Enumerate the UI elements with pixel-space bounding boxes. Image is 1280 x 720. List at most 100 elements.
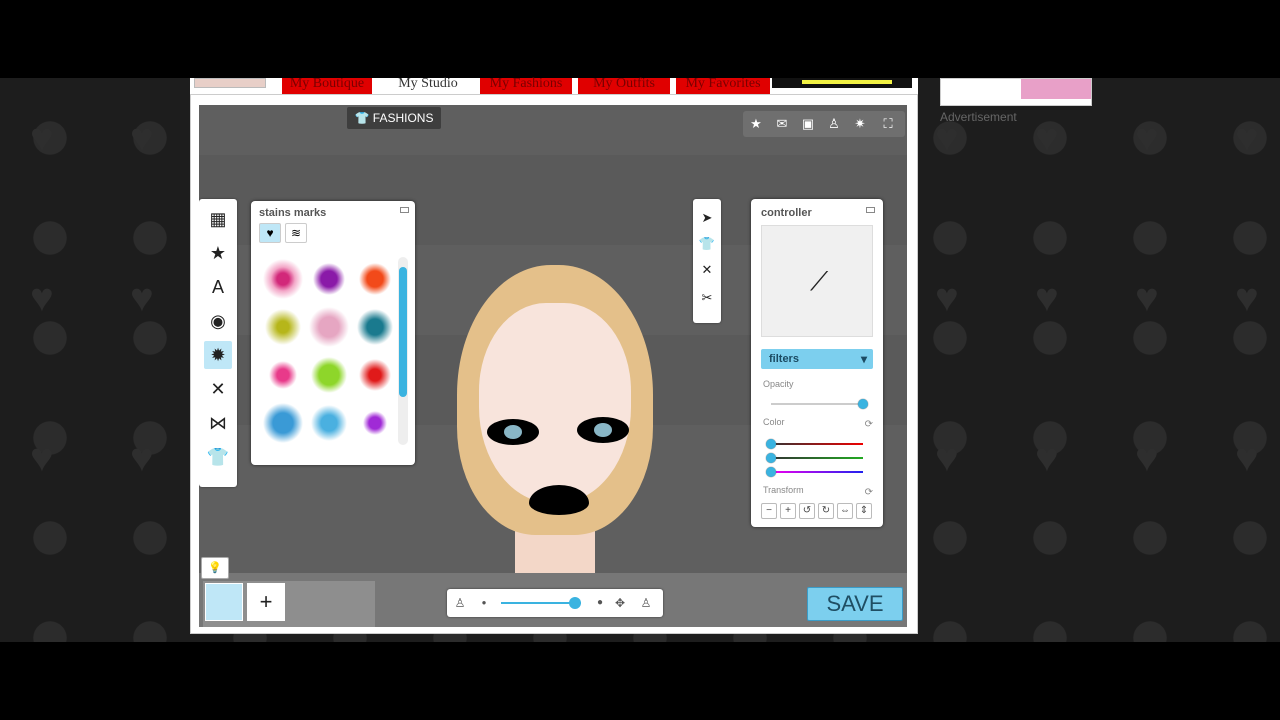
- item-preview: ⟋: [761, 225, 873, 337]
- heart-icon: ♥: [1035, 276, 1059, 320]
- fashions-tab[interactable]: 👕 FASHIONS: [347, 107, 441, 129]
- figure-icon[interactable]: ♙: [825, 115, 843, 133]
- shirt-icon[interactable]: 👕: [204, 443, 232, 471]
- heart-icon: ♥: [1035, 436, 1059, 480]
- shirt-icon[interactable]: 👕: [697, 233, 717, 255]
- stain-mode-button[interactable]: ♥: [259, 223, 281, 243]
- stains-scrollbar[interactable]: [398, 257, 408, 445]
- heart-icon: ♥: [130, 116, 154, 160]
- stain-item[interactable]: [307, 305, 351, 349]
- stain-item[interactable]: [261, 401, 305, 445]
- flip-vertical-button[interactable]: ⇕: [856, 503, 872, 519]
- grow-button[interactable]: +: [780, 503, 796, 519]
- dot-icon: ●: [481, 598, 487, 607]
- ad-image-right: [1021, 79, 1091, 99]
- zoom-knob[interactable]: [568, 597, 581, 609]
- minimize-icon[interactable]: [400, 207, 409, 213]
- mail-icon[interactable]: ✉: [773, 115, 791, 133]
- dot-icon: ●: [596, 597, 604, 608]
- fullscreen-icon[interactable]: ⛶: [879, 115, 897, 133]
- heart-icon: ♥: [1235, 116, 1259, 160]
- stain-item[interactable]: [261, 305, 305, 349]
- green-slider[interactable]: [766, 453, 863, 463]
- figure-small-icon[interactable]: ♙: [451, 593, 469, 613]
- nav-banner[interactable]: [772, 78, 912, 88]
- add-outfit-button[interactable]: +: [247, 583, 285, 621]
- slider-knob[interactable]: [766, 439, 776, 449]
- tab-my-studio[interactable]: My Studio: [380, 77, 476, 94]
- model-eye-right: [577, 417, 629, 443]
- stain-item[interactable]: [261, 353, 305, 397]
- tab-my-favorites[interactable]: My Favorites: [676, 77, 770, 94]
- tab-my-boutique[interactable]: My Boutique: [282, 77, 372, 94]
- filters-dropdown[interactable]: filters: [761, 349, 873, 369]
- heart-icon: ♥: [30, 116, 54, 160]
- stain-item[interactable]: [353, 257, 397, 301]
- save-button[interactable]: SAVE: [807, 587, 903, 621]
- stain-item[interactable]: [307, 353, 351, 397]
- model-lips-black[interactable]: [529, 485, 589, 515]
- bow-icon[interactable]: ⋈: [204, 409, 232, 437]
- opacity-slider[interactable]: [771, 399, 868, 409]
- image-icon[interactable]: ▣: [799, 115, 817, 133]
- star-icon[interactable]: ★: [204, 239, 232, 267]
- scrollbar-thumb[interactable]: [399, 267, 407, 397]
- ad-image-left: [943, 79, 1015, 99]
- settings-icon[interactable]: ✷: [851, 115, 869, 133]
- heart-icon: ♥: [1135, 116, 1159, 160]
- outfit-thumbnail[interactable]: [205, 583, 243, 621]
- close-icon[interactable]: ✕: [697, 259, 717, 281]
- design-stage[interactable]: 👕 FASHIONS ★ ✉ ▣ ♙ ✷ ⛶ ▦ ★ A ◉ ✹ ✕ ⋈ 👕 s…: [199, 105, 907, 627]
- stain-item[interactable]: [261, 257, 305, 301]
- slider-knob[interactable]: [766, 453, 776, 463]
- text-icon[interactable]: A: [204, 273, 232, 301]
- blue-slider[interactable]: [766, 467, 863, 477]
- button-icon[interactable]: ◉: [204, 307, 232, 335]
- scissors-icon[interactable]: ✂: [697, 287, 717, 309]
- heart-icon: ♥: [130, 436, 154, 480]
- stain-item[interactable]: [353, 353, 397, 397]
- rotate-right-button[interactable]: ↻: [818, 503, 834, 519]
- slider-knob[interactable]: [766, 467, 776, 477]
- stain-icon[interactable]: ✹: [204, 341, 232, 369]
- heart-icon: ♥: [935, 276, 959, 320]
- transform-label: Transform: [763, 485, 804, 495]
- brush-stroke-icon: ⟋: [810, 266, 829, 296]
- sparkle-icon[interactable]: ✕: [204, 375, 232, 403]
- heart-icon: ♥: [935, 436, 959, 480]
- stain-item[interactable]: [307, 257, 351, 301]
- heart-icon: ♥: [935, 116, 959, 160]
- advertisement-banner[interactable]: [940, 78, 1092, 106]
- minimize-icon[interactable]: [866, 207, 875, 213]
- slider-knob[interactable]: [858, 399, 868, 409]
- red-slider[interactable]: [766, 439, 863, 449]
- rotate-left-button[interactable]: ↺: [799, 503, 815, 519]
- stain-item[interactable]: [353, 305, 397, 349]
- lightbulb-icon[interactable]: 💡: [201, 557, 229, 579]
- transform-reset-icon[interactable]: ⟳: [865, 487, 873, 498]
- stain-item[interactable]: [353, 401, 397, 445]
- heart-icon: ♥: [1235, 276, 1259, 320]
- stain-item[interactable]: [307, 401, 351, 445]
- edit-toolbar: ➤ 👕 ✕ ✂: [693, 199, 721, 323]
- tab-my-fashions[interactable]: My Fashions: [480, 77, 572, 94]
- cursor-icon[interactable]: ➤: [697, 207, 717, 229]
- stains-marks-panel: stains marks ♥ ≋: [251, 201, 415, 465]
- shrink-button[interactable]: −: [761, 503, 777, 519]
- letterbox-top: [0, 0, 1280, 78]
- color-reset-icon[interactable]: ⟳: [865, 419, 873, 430]
- controller-panel: controller ⟋ filters Opacity Color ⟳ Tra…: [751, 199, 883, 527]
- tab-my-outfits[interactable]: My Outfits: [578, 77, 670, 94]
- move-icon[interactable]: ✥: [611, 593, 629, 613]
- fashions-tab-label: FASHIONS: [372, 111, 434, 125]
- flip-horizontal-button[interactable]: ⇔: [837, 503, 853, 519]
- figure-large-icon[interactable]: ♙: [637, 593, 655, 613]
- streak-mode-button[interactable]: ≋: [285, 223, 307, 243]
- model-eye-left: [487, 419, 539, 445]
- star-icon[interactable]: ★: [747, 115, 765, 133]
- top-navigation: My Boutique My Studio My Fashions My Out…: [190, 77, 918, 94]
- heart-icon: ♥: [1135, 436, 1159, 480]
- pattern-icon[interactable]: ▦: [204, 205, 232, 233]
- category-toolbar: ▦ ★ A ◉ ✹ ✕ ⋈ 👕: [199, 199, 237, 487]
- opacity-label: Opacity: [763, 379, 794, 389]
